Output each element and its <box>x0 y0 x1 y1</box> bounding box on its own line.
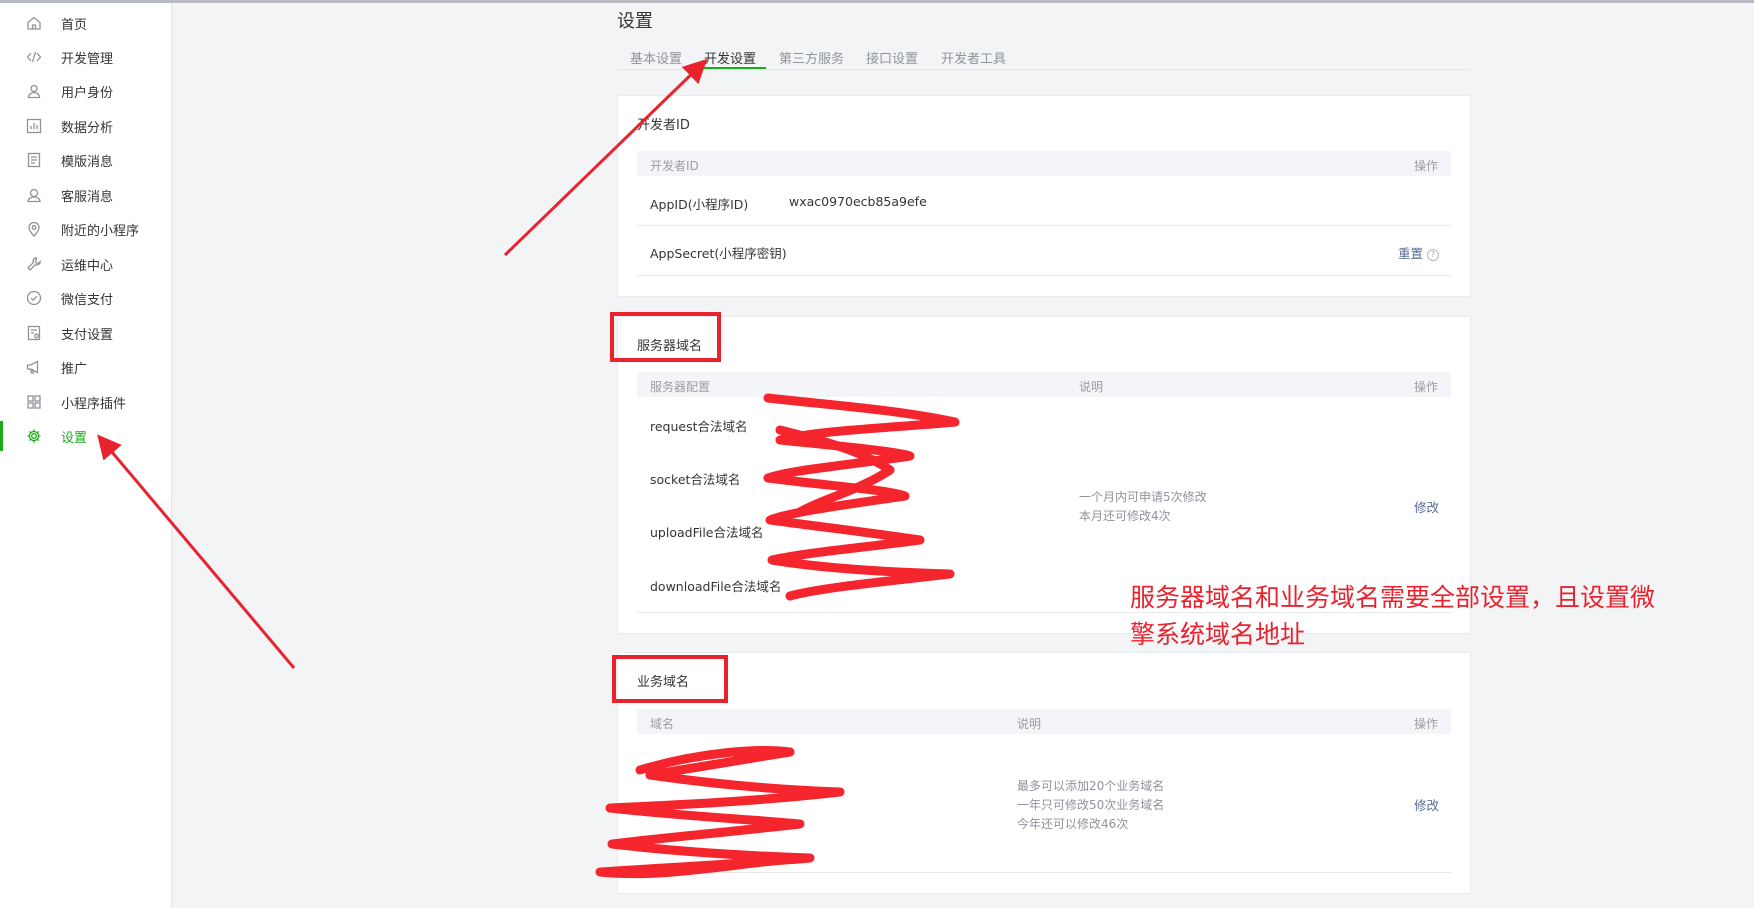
customer-service-icon <box>26 187 42 203</box>
tab-api-settings[interactable]: 接口设置 <box>866 48 918 67</box>
domain-type-label: request合法域名 <box>650 419 748 434</box>
sidebar-item-label: 支付设置 <box>61 328 114 343</box>
sidebar-item-home[interactable]: 首页 <box>0 6 171 40</box>
column-header-operation: 操作 <box>1413 380 1438 394</box>
sidebar-item-label: 小程序插件 <box>61 397 127 412</box>
appsecret-action: 重置? <box>1398 243 1439 262</box>
column-header: 开发者ID <box>650 159 699 173</box>
sidebar-item-template-message[interactable]: 模版消息 <box>0 143 171 177</box>
settings-tabs: 基本设置 开发设置 第三方服务 接口设置 开发者工具 <box>617 40 1469 70</box>
page-title: 设置 <box>617 11 653 32</box>
business-domain-note: 今年还可以修改46次 <box>1017 817 1129 831</box>
appid-label: AppID(小程序ID) <box>650 197 749 212</box>
server-domain-note: 本月还可修改4次 <box>1079 509 1171 523</box>
megaphone-icon <box>26 359 42 375</box>
tab-developer-tools[interactable]: 开发者工具 <box>941 48 1006 67</box>
active-indicator <box>0 421 3 451</box>
table-header: 域名 说明 操作 <box>637 709 1451 734</box>
sidebar-item-label: 推广 <box>61 362 88 377</box>
sidebar-item-customer-message[interactable]: 客服消息 <box>0 178 171 212</box>
business-domain-note: 最多可以添加20个业务域名 <box>1017 779 1165 793</box>
check-circle-icon <box>26 290 42 306</box>
sidebar-item-user-identity[interactable]: 用户身份 <box>0 74 171 108</box>
tab-basic-settings[interactable]: 基本设置 <box>630 48 682 67</box>
location-pin-icon <box>26 221 42 237</box>
highlight-box-server-domain <box>610 312 721 362</box>
home-icon <box>26 15 42 31</box>
sidebar: 首页 开发管理 用户身份 数据分析 模版消息 客服消息 附近的小程序 运维中心 … <box>0 3 172 908</box>
sidebar-item-data-analysis[interactable]: 数据分析 <box>0 109 171 143</box>
annotation-text-line1: 服务器域名和业务域名需要全部设置，且设置微 <box>1130 583 1656 612</box>
sidebar-item-label: 运维中心 <box>61 259 114 274</box>
sidebar-item-label: 微信支付 <box>61 293 114 308</box>
appsecret-label: AppSecret(小程序密钥) <box>650 246 787 261</box>
sidebar-item-ops-center[interactable]: 运维中心 <box>0 247 171 281</box>
gear-icon <box>26 428 42 444</box>
active-tab-indicator <box>690 67 766 69</box>
column-header: 说明 <box>1079 380 1104 394</box>
table-header: 服务器配置 说明 操作 <box>637 372 1451 397</box>
row-divider <box>637 872 1451 873</box>
server-domain-note: 一个月内可申请5次修改 <box>1079 490 1207 504</box>
sidebar-item-settings[interactable]: 设置 <box>0 419 171 453</box>
sidebar-item-label: 模版消息 <box>61 155 114 170</box>
business-domain-modify-button[interactable]: 修改 <box>1414 795 1439 814</box>
appid-value: wxac0970ecb85a9efe <box>789 194 927 209</box>
column-header: 服务器配置 <box>650 380 711 394</box>
user-icon <box>26 83 42 99</box>
sidebar-item-label: 开发管理 <box>61 52 114 67</box>
column-header: 说明 <box>1017 717 1042 731</box>
code-icon <box>26 49 42 65</box>
tab-third-party-services[interactable]: 第三方服务 <box>779 48 844 67</box>
card-title: 开发者ID <box>637 118 690 133</box>
annotation-text-line2: 擎系统域名地址 <box>1130 620 1306 649</box>
domain-type-label: uploadFile合法域名 <box>650 525 764 540</box>
row-divider <box>637 225 1451 226</box>
sidebar-item-label: 客服消息 <box>61 190 114 205</box>
domain-type-label: socket合法域名 <box>650 472 741 487</box>
sidebar-item-payment-settings[interactable]: 支付设置 <box>0 316 171 350</box>
server-domain-modify-button[interactable]: 修改 <box>1414 497 1439 516</box>
sidebar-item-label: 附近的小程序 <box>61 224 140 239</box>
business-domain-card: 业务域名 域名 说明 操作 最多可以添加20个业务域名 一年只可修改50次业务域… <box>617 652 1471 894</box>
column-header-operation: 操作 <box>1413 717 1438 731</box>
sidebar-item-nearby-miniprogram[interactable]: 附近的小程序 <box>0 212 171 246</box>
document-icon <box>26 152 42 168</box>
grid-icon <box>26 394 42 410</box>
sidebar-item-label: 用户身份 <box>61 86 114 101</box>
payment-settings-icon <box>26 325 42 341</box>
sidebar-item-label: 设置 <box>61 431 88 446</box>
sidebar-item-label: 数据分析 <box>61 121 114 136</box>
wrench-icon <box>26 256 42 272</box>
bar-chart-icon <box>26 118 42 134</box>
sidebar-item-plugins[interactable]: 小程序插件 <box>0 385 171 419</box>
window-top-border <box>0 0 1754 3</box>
column-header: 域名 <box>650 717 675 731</box>
tab-dev-settings[interactable]: 开发设置 <box>704 48 756 67</box>
column-header-operation: 操作 <box>1413 159 1438 173</box>
sidebar-item-dev-management[interactable]: 开发管理 <box>0 40 171 74</box>
help-icon[interactable]: ? <box>1427 249 1439 261</box>
table-header: 开发者ID 操作 <box>637 151 1451 176</box>
business-domain-note: 一年只可修改50次业务域名 <box>1017 798 1165 812</box>
highlight-box-business-domain <box>612 655 728 703</box>
developer-id-card: 开发者ID 开发者ID 操作 AppID(小程序ID) wxac0970ecb8… <box>617 95 1471 297</box>
sidebar-item-label: 首页 <box>61 18 88 33</box>
row-divider <box>637 275 1451 276</box>
reset-button[interactable]: 重置 <box>1398 246 1423 261</box>
sidebar-item-promotion[interactable]: 推广 <box>0 350 171 384</box>
domain-type-label: downloadFile合法域名 <box>650 579 782 594</box>
sidebar-item-wechat-pay[interactable]: 微信支付 <box>0 281 171 315</box>
